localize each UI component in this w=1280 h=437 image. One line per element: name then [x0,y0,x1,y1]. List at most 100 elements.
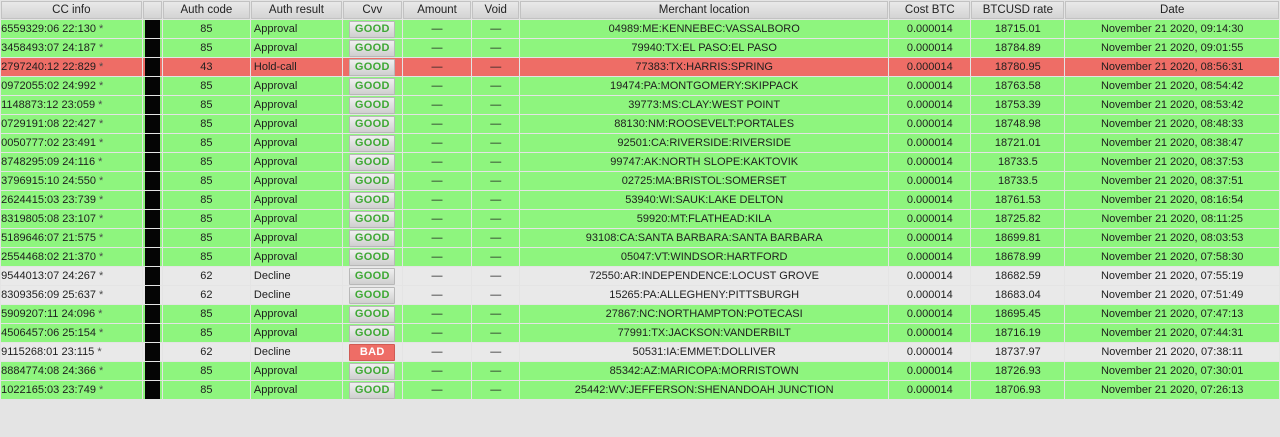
col-header-btcusd-rate[interactable]: BTCUSD rate [971,1,1065,19]
cvv-cell: GOOD [342,172,402,190]
table-row[interactable]: 99544013:07 24:267 * 62 Decline GOOD — —72550:… [1,267,1279,285]
cc-info-cell[interactable]: 61022165:03 23:749 * [1,381,142,399]
btcusd-rate: 18761.53 [971,191,1065,209]
cost-btc: 0.000014 [889,153,971,171]
black-square-icon [144,267,160,285]
transactions-table: CC info Auth code Auth result Cvv Amount… [0,0,1280,400]
col-header-cvv[interactable]: Cvv [342,1,402,19]
btcusd-rate: 18699.81 [971,229,1065,247]
table-row[interactable]: 75909207:11 24:096 * 85 Approval GOOD — —27867… [1,305,1279,323]
merchant-location: 93108:CA:SANTA BARBARA:SANTA BARBARA [520,229,889,247]
cost-btc: 0.000014 [889,39,971,57]
star-icon: * [98,137,104,149]
auth-result: Approval [250,248,342,266]
void: — [472,20,519,38]
cc-info-cell[interactable]: 00972055:02 24:992 * [1,77,142,95]
cvv-cell: GOOD [342,58,402,76]
col-header-cost-btc[interactable]: Cost BTC [889,1,971,19]
cc-info-cell[interactable]: 18309356:09 25:637 * [1,286,142,304]
table-row[interactable]: 72554468:02 21:370 * 85 Approval GOOD — —05047… [1,248,1279,266]
table-row[interactable]: 05189646:07 21:575 * 85 Approval GOOD — —93108… [1,229,1279,247]
cc-info-cell[interactable]: 62797240:12 22:829 * [1,58,142,76]
cc-info-cell[interactable]: 05189646:07 21:575 * [1,229,142,247]
void: — [472,153,519,171]
btcusd-rate: 18748.98 [971,115,1065,133]
table-row[interactable]: 48319805:08 23:107 * 85 Approval GOOD — —59920… [1,210,1279,228]
date: November 21 2020, 09:14:30 [1065,20,1279,38]
btcusd-rate: 18683.04 [971,286,1065,304]
cost-btc: 0.000014 [889,343,971,361]
col-header-amount[interactable]: Amount [402,1,472,19]
cc-info-cell[interactable]: 32624415:03 23:739 * [1,191,142,209]
table-row[interactable]: 96559329:06 22:130 * 85 Approval GOOD — —04989… [1,20,1279,38]
cc-info-cell[interactable]: 96559329:06 22:130 * [1,20,142,38]
col-header-void[interactable]: Void [472,1,519,19]
table-row[interactable]: 61022165:03 23:749 * 85 Approval GOOD — —25442… [1,381,1279,399]
cc-info-cell[interactable]: 00729191:08 22:427 * [1,115,142,133]
date: November 21 2020, 07:55:19 [1065,267,1279,285]
star-icon: * [98,270,104,282]
btcusd-rate: 18682.59 [971,267,1065,285]
black-square-icon [144,210,160,228]
cvv-cell: GOOD [342,324,402,342]
black-square-icon [144,77,160,95]
cvv-badge: GOOD [349,381,396,399]
cc-info-cell[interactable]: 71148873:12 23:059 * [1,96,142,114]
table-header: CC info Auth code Auth result Cvv Amount… [1,1,1279,19]
table-row[interactable]: 62797240:12 22:829 * 43 Hold-call GOOD — —7738… [1,58,1279,76]
date: November 21 2020, 07:58:30 [1065,248,1279,266]
amount: — [402,134,472,152]
table-row[interactable]: 00050777:02 23:491 * 85 Approval GOOD — —92501… [1,134,1279,152]
btcusd-rate: 18715.01 [971,20,1065,38]
cc-info-cell[interactable]: 13458493:07 24:187 * [1,39,142,57]
col-header-auth-result[interactable]: Auth result [250,1,342,19]
table-row[interactable]: 18309356:09 25:637 * 62 Decline GOOD — —15265:… [1,286,1279,304]
black-square-icon [144,229,160,247]
merchant-location: 25442:WV:JEFFERSON:SHENANDOAH JUNCTION [520,381,889,399]
masked-cell [142,134,162,152]
col-header-cc-info[interactable]: CC info [1,1,142,19]
table-row[interactable]: 43796915:10 24:550 * 85 Approval GOOD — —02725… [1,172,1279,190]
col-header-auth-code[interactable]: Auth code [162,1,250,19]
cc-info: 28748295:09 24:116 [1,156,96,168]
table-row[interactable]: 49115268:01 23:115 * 62 Decline BAD — —50531:I… [1,343,1279,361]
cc-info: 43796915:10 24:550 [1,175,96,187]
amount: — [402,286,472,304]
cc-info-cell[interactable]: 72554468:02 21:370 * [1,248,142,266]
cvv-cell: GOOD [342,286,402,304]
table-row[interactable]: 71148873:12 23:059 * 85 Approval GOOD — —39773… [1,96,1279,114]
cc-info-cell[interactable]: 43796915:10 24:550 * [1,172,142,190]
cc-info-cell[interactable]: 75909207:11 24:096 * [1,305,142,323]
table-row[interactable]: 00729191:08 22:427 * 85 Approval GOOD — —88130… [1,115,1279,133]
cc-info-cell[interactable]: 04506457:06 25:154 * [1,324,142,342]
cvv-badge: GOOD [349,153,396,171]
cc-info-cell[interactable]: 48319805:08 23:107 * [1,210,142,228]
table-row[interactable]: 98884774:08 24:366 * 85 Approval GOOD — —85342… [1,362,1279,380]
cvv-badge: BAD [349,343,396,361]
black-square-icon [144,20,160,38]
table-row[interactable]: 13458493:07 24:187 * 85 Approval GOOD — —79940… [1,39,1279,57]
table-row[interactable]: 32624415:03 23:739 * 85 Approval GOOD — —53940… [1,191,1279,209]
cc-info-cell[interactable]: 28748295:09 24:116 * [1,153,142,171]
merchant-location: 99747:AK:NORTH SLOPE:KAKTOVIK [520,153,889,171]
table-row[interactable]: 04506457:06 25:154 * 85 Approval GOOD — —77991… [1,324,1279,342]
cc-info-cell[interactable]: 99544013:07 24:267 * [1,267,142,285]
auth-result: Approval [250,153,342,171]
masked-cell [142,172,162,190]
cvv-badge: GOOD [349,286,396,304]
date: November 21 2020, 08:56:31 [1065,58,1279,76]
cc-info-cell[interactable]: 98884774:08 24:366 * [1,362,142,380]
date: November 21 2020, 07:44:31 [1065,324,1279,342]
masked-cell [142,381,162,399]
table-row[interactable]: 00972055:02 24:992 * 85 Approval GOOD — —19474… [1,77,1279,95]
btcusd-rate: 18733.5 [971,153,1065,171]
col-header-merchant-location[interactable]: Merchant location [520,1,889,19]
black-square-icon [144,248,160,266]
cvv-badge: GOOD [349,229,396,247]
table-row[interactable]: 28748295:09 24:116 * 85 Approval GOOD — —99747… [1,153,1279,171]
col-header-date[interactable]: Date [1065,1,1279,19]
cost-btc: 0.000014 [889,248,971,266]
masked-cell [142,343,162,361]
cc-info-cell[interactable]: 00050777:02 23:491 * [1,134,142,152]
cc-info-cell[interactable]: 49115268:01 23:115 * [1,343,142,361]
